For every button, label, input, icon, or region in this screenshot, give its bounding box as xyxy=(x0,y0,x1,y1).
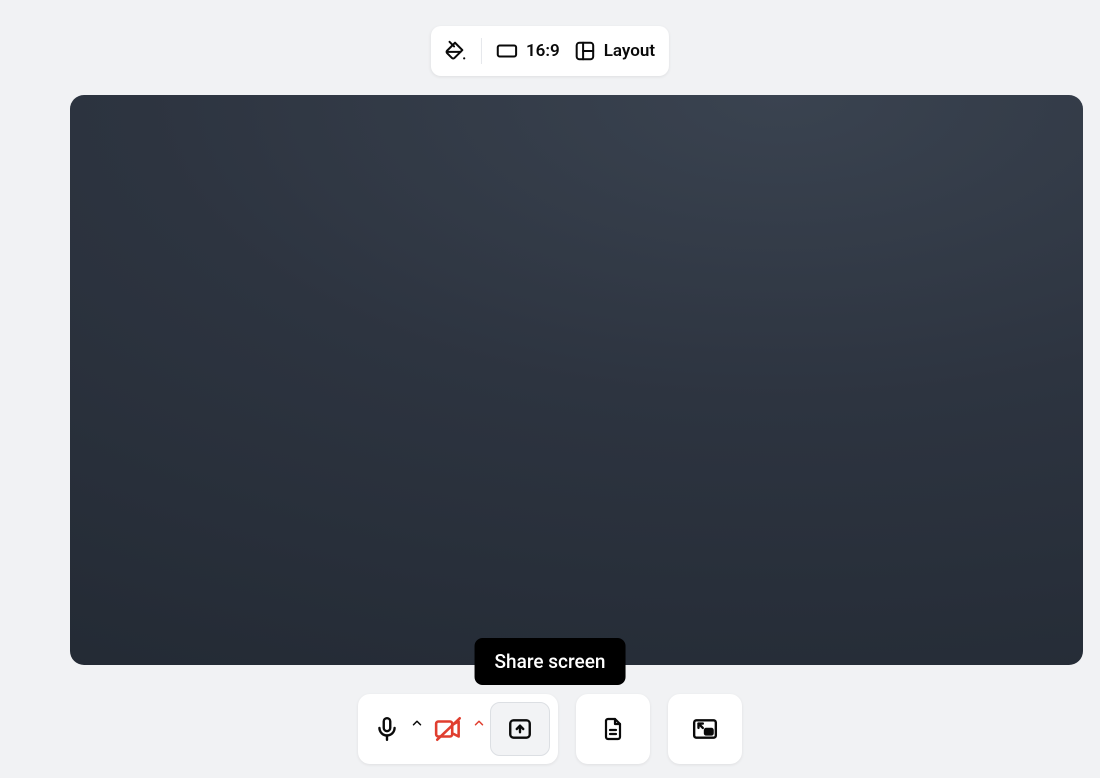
bottom-control-bar xyxy=(358,694,742,764)
notes-group xyxy=(576,694,650,764)
notes-button[interactable] xyxy=(586,702,640,756)
aspect-ratio-label: 16:9 xyxy=(526,41,560,61)
share-screen-button[interactable] xyxy=(490,702,550,756)
microphone-icon xyxy=(374,716,400,742)
rectangle-icon xyxy=(496,43,518,59)
pip-group xyxy=(668,694,742,764)
top-toolbar: 16:9 Layout xyxy=(431,26,669,76)
camera-off-icon xyxy=(434,716,464,742)
media-controls-group xyxy=(358,694,558,764)
camera-button[interactable] xyxy=(428,702,490,756)
divider xyxy=(481,38,482,64)
layout-icon xyxy=(574,40,596,62)
pip-button[interactable] xyxy=(678,702,732,756)
screen-share-icon xyxy=(507,716,533,742)
layout-label: Layout xyxy=(604,41,655,61)
microphone-button[interactable] xyxy=(366,702,428,756)
paint-bucket-icon xyxy=(445,40,467,62)
aspect-ratio-button[interactable]: 16:9 xyxy=(496,41,560,61)
background-button[interactable] xyxy=(445,40,467,62)
chevron-up-icon[interactable] xyxy=(472,716,486,730)
share-screen-tooltip: Share screen xyxy=(475,638,626,685)
pip-icon xyxy=(692,716,718,742)
document-icon xyxy=(601,716,625,742)
layout-button[interactable]: Layout xyxy=(574,40,655,62)
video-preview xyxy=(70,95,1083,665)
chevron-up-icon[interactable] xyxy=(410,716,424,730)
